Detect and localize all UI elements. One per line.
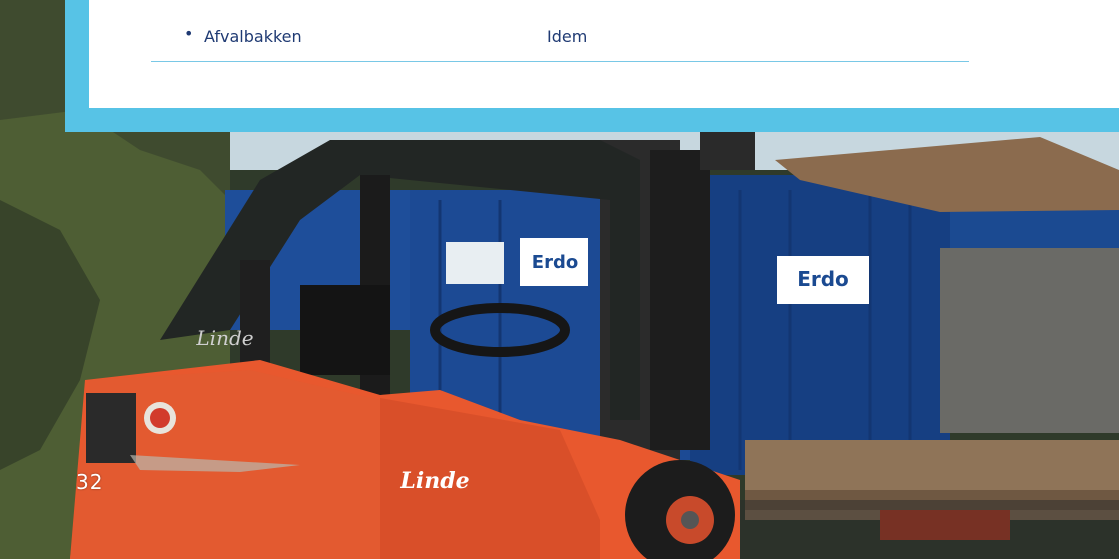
row-item-value: Idem: [547, 27, 588, 46]
linde-logo-body: Linde: [399, 468, 469, 494]
erdo-logo-right: Erdo: [797, 267, 849, 291]
bullet-icon: •: [184, 24, 194, 43]
info-card-body: • Afvalbakken Idem: [89, 0, 1119, 108]
row-item-label: Afvalbakken: [204, 27, 302, 46]
erdo-logo-left: Erdo: [532, 252, 578, 273]
page-number: 32: [76, 470, 104, 494]
row-divider: [151, 61, 969, 62]
linde-logo-cab: Linde: [195, 326, 253, 350]
info-card: • Afvalbakken Idem: [65, 0, 1119, 132]
table-row: • Afvalbakken Idem: [184, 24, 1044, 46]
